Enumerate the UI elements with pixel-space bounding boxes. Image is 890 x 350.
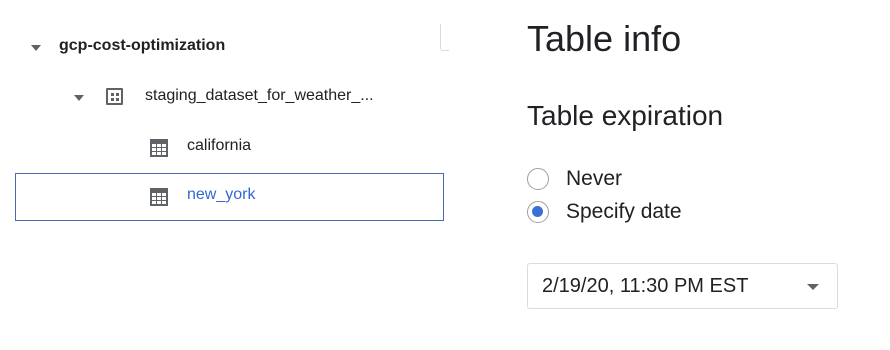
table-icon <box>150 188 168 206</box>
radio-checked-icon[interactable] <box>527 201 549 223</box>
radio-never[interactable]: Never <box>527 166 622 192</box>
radio-label: Never <box>566 167 623 190</box>
dataset-label: staging_dataset_for_weather_... <box>145 87 374 104</box>
radio-label: Specify date <box>566 200 682 223</box>
table-info-panel: Table info Table expiration Never Specif… <box>527 0 887 350</box>
date-value: 2/19/20, 11:30 PM EST <box>542 275 749 297</box>
caret-down-icon[interactable] <box>74 95 84 101</box>
dropdown-arrow-icon[interactable] <box>807 284 819 290</box>
caret-down-icon[interactable] <box>31 45 41 51</box>
table-label: new_york <box>187 186 256 203</box>
page-title: Table info <box>527 18 682 59</box>
expiration-date-select[interactable]: 2/19/20, 11:30 PM EST <box>527 263 838 309</box>
project-label: gcp-cost-optimization <box>59 37 226 54</box>
dataset-icon <box>106 88 123 105</box>
tree-item-table-california[interactable]: california <box>15 124 444 172</box>
table-label: california <box>187 137 252 154</box>
scrollbar[interactable] <box>440 24 449 51</box>
tree-item-project[interactable]: gcp-cost-optimization <box>15 24 444 72</box>
bigquery-page: gcp-cost-optimization staging_dataset_fo… <box>0 0 890 350</box>
tree-item-dataset[interactable]: staging_dataset_for_weather_... <box>15 74 444 122</box>
radio-unchecked-icon[interactable] <box>527 168 549 190</box>
tree-item-table-new-york[interactable]: new_york <box>15 173 444 221</box>
radio-specify-date[interactable]: Specify date <box>527 199 682 225</box>
table-icon <box>150 139 168 157</box>
explorer-tree: gcp-cost-optimization staging_dataset_fo… <box>15 24 447 224</box>
section-title: Table expiration <box>527 100 724 131</box>
